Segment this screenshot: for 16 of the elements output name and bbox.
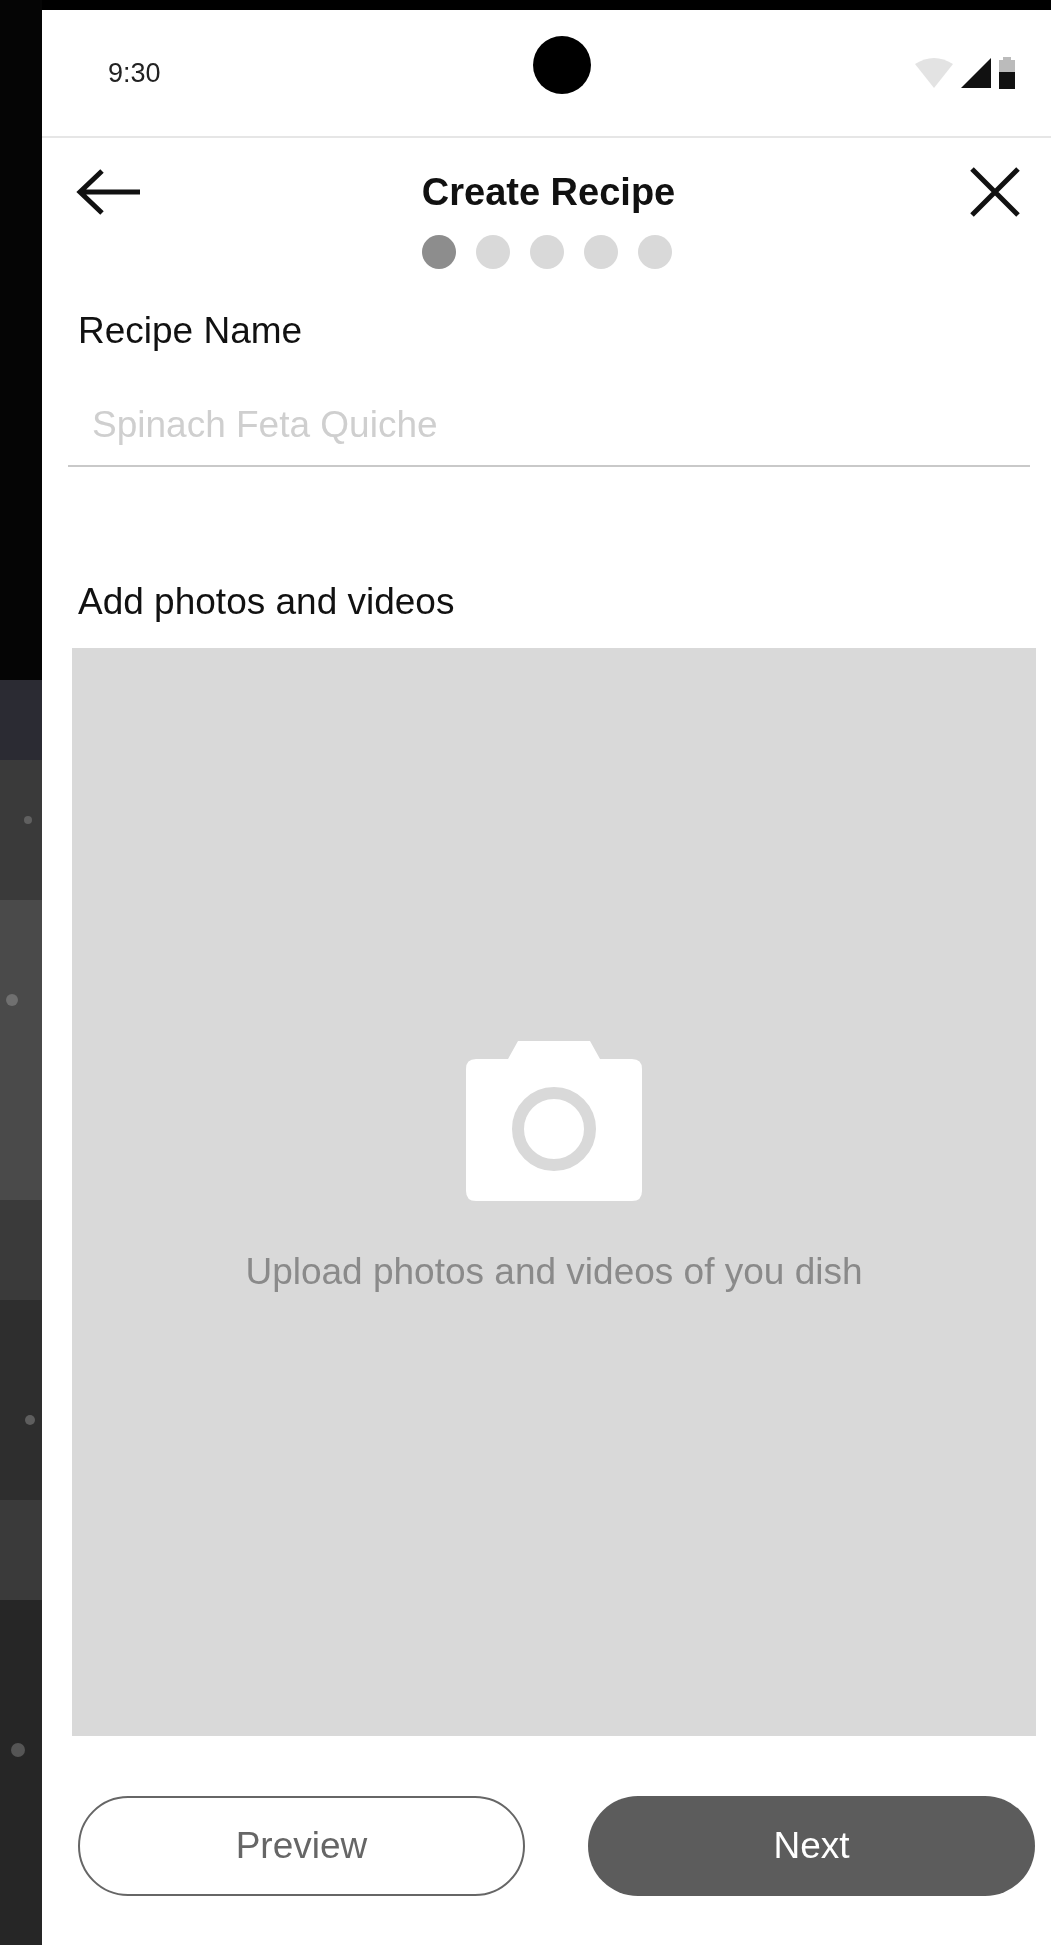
close-button[interactable] xyxy=(969,166,1021,218)
back-arrow-icon xyxy=(76,168,142,216)
section-label: Add photos and videos xyxy=(78,580,456,624)
signal-icon xyxy=(961,58,991,88)
back-button[interactable] xyxy=(76,168,142,216)
battery-icon xyxy=(999,57,1015,89)
preview-button[interactable]: Preview xyxy=(78,1796,525,1896)
next-button[interactable]: Next xyxy=(588,1796,1035,1896)
wifi-icon xyxy=(915,58,953,88)
close-icon xyxy=(969,166,1021,218)
page-title: Create Recipe xyxy=(421,170,676,214)
status-time: 9:30 xyxy=(108,57,161,89)
camera-cutout xyxy=(532,36,591,94)
upload-hint: Upload photos and videos of you dish xyxy=(245,1251,863,1293)
camera-icon xyxy=(466,1041,642,1201)
field-label: Recipe Name xyxy=(78,309,304,353)
